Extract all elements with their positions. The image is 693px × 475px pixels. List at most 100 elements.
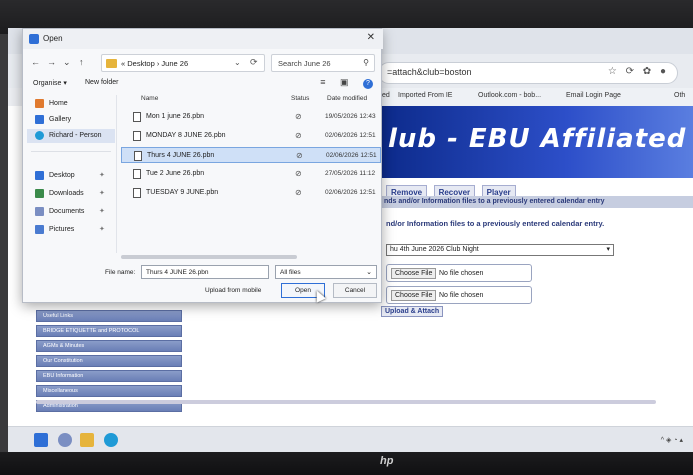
address-path[interactable]: « Desktop › June 26 ⌄ ⟳ [101, 54, 265, 72]
chevron-down-icon: ▾ [606, 246, 610, 253]
up-arrow-icon[interactable]: ↑ [79, 57, 84, 67]
start-icon[interactable] [34, 433, 48, 447]
nav-item-pictures[interactable]: Pictures ✦ [27, 223, 115, 237]
event-select[interactable]: hu 4th June 2026 Club Night ▾ [386, 244, 614, 256]
event-select-value: hu 4th June 2026 Club Night [390, 246, 479, 253]
hp-logo-icon: hp [380, 455, 394, 467]
chevron-down-icon[interactable]: ⌄ [63, 57, 71, 68]
forward-arrow-icon[interactable]: → [47, 57, 56, 67]
nav-label: Desktop [49, 172, 75, 179]
help-icon[interactable]: ? [363, 79, 373, 89]
view-options[interactable]: ≡ ▣ ? [320, 77, 373, 89]
file-input-2[interactable]: Choose File No file chosen [386, 286, 532, 304]
no-file-text: No file chosen [439, 292, 484, 299]
cancel-button[interactable]: Cancel [333, 283, 377, 298]
bookmark-item[interactable]: Outlook.com - bob... [478, 92, 541, 99]
download-icon [35, 189, 44, 198]
file-icon [134, 151, 142, 161]
filename-label: File name: [105, 269, 136, 276]
filetype-value: All files [280, 269, 301, 276]
column-header-status[interactable]: Status [291, 95, 309, 102]
folder-icon [106, 59, 117, 68]
app-icon [29, 34, 39, 44]
choose-file-button[interactable]: Choose File [391, 268, 437, 279]
system-tray[interactable]: ^ ◈ ◔ ▴ [661, 436, 683, 444]
page-horizontal-scrollbar[interactable] [36, 400, 656, 404]
file-icon [133, 131, 141, 141]
nav-item-documents[interactable]: Documents ✦ [27, 205, 115, 219]
pin-icon[interactable]: ✦ [99, 189, 105, 197]
file-explorer-icon[interactable] [80, 433, 94, 447]
home-icon [35, 99, 44, 108]
menu-item[interactable]: AGMs & Minutes [36, 340, 182, 352]
nav-item-home[interactable]: Home [27, 97, 115, 111]
search-icon[interactable] [58, 433, 72, 447]
bookmarks-bar: ted Imported From IE Outlook.com - bob..… [378, 88, 693, 106]
menu-item[interactable]: BRIDGE ETIQUETTE and PROTOCOL [36, 325, 182, 337]
bookmark-item[interactable]: Email Login Page [566, 92, 621, 99]
back-arrow-icon[interactable]: ← [31, 57, 40, 67]
file-date: 02/06/2026 12:51 [325, 132, 376, 139]
file-name: MONDAY 8 JUNE 26.pbn [146, 132, 226, 139]
nav-label: Documents [49, 208, 85, 215]
file-row[interactable]: MONDAY 8 JUNE 26.pbn ⊘ 02/06/2026 12:51 [121, 128, 381, 144]
pin-icon[interactable]: ✦ [99, 207, 105, 215]
organise-button[interactable]: Organise ▾ [33, 79, 67, 87]
laptop-bezel-bottom [0, 452, 693, 475]
nav-label: Downloads [49, 190, 84, 197]
open-file-dialog: Open ✕ ← → ⌄ ↑ « Desktop › June 26 ⌄ ⟳ S… [22, 28, 383, 303]
dialog-footer: File name: Thurs 4 JUNE 26.pbn All files… [23, 263, 383, 303]
nav-item-gallery[interactable]: Gallery [27, 113, 115, 127]
nav-item-onedrive[interactable]: Richard - Person [27, 129, 115, 143]
nav-item-downloads[interactable]: Downloads ✦ [27, 187, 115, 201]
site-banner: lub - EBU Affiliated [378, 106, 693, 178]
menu-item[interactable]: EBU Information [36, 370, 182, 382]
chevron-down-icon[interactable]: ⌄ [234, 58, 241, 67]
taskbar: ^ ◈ ◔ ▴ [8, 426, 693, 454]
edge-browser-icon[interactable] [104, 433, 118, 447]
bookmark-item[interactable]: Imported From IE [398, 92, 452, 99]
menu-item[interactable]: Miscellaneous [36, 385, 182, 397]
nav-item-desktop[interactable]: Desktop ✦ [27, 169, 115, 183]
file-icon [133, 112, 141, 122]
file-row[interactable]: Mon 1 june 26.pbn ⊘ 19/05/2026 12:43 [121, 109, 381, 125]
info-bar: nds and/or Information files to a previo… [378, 196, 693, 208]
address-bar[interactable]: =attach&club=boston ☆ ⟳ ✿ ● [378, 62, 678, 84]
new-folder-button[interactable]: New folder [85, 79, 118, 86]
column-header-name[interactable]: Name [141, 95, 158, 102]
file-name: Thurs 4 JUNE 26.pbn [147, 152, 215, 159]
upload-attach-button[interactable]: Upload & Attach [381, 306, 444, 317]
file-input-1[interactable]: Choose File No file chosen [386, 264, 532, 282]
search-input[interactable]: Search June 26 ⚲ [271, 54, 375, 72]
close-icon[interactable]: ✕ [367, 32, 375, 43]
choose-file-button[interactable]: Choose File [391, 290, 437, 301]
file-date: 27/05/2026 11:12 [325, 170, 376, 177]
search-icon: ⚲ [363, 58, 369, 67]
file-row[interactable]: TUESDAY 9 JUNE.pbn ⊘ 02/06/2026 12:51 [121, 185, 381, 201]
pictures-icon [35, 225, 44, 234]
menu-item[interactable]: Our Constitution [36, 355, 182, 367]
column-header-date[interactable]: Date modified [327, 95, 367, 102]
dialog-command-bar: Organise ▾ New folder ≡ ▣ ? [23, 75, 383, 93]
chevron-down-icon: ⌄ [366, 269, 372, 276]
path-text: « Desktop › June 26 [121, 59, 189, 68]
nav-label: Richard - Person [49, 132, 102, 139]
sync-status-icon: ⊘ [295, 169, 302, 178]
file-row-selected[interactable]: Thurs 4 JUNE 26.pbn ⊘ 02/06/2026 12:51 [121, 147, 381, 163]
sync-status-icon: ⊘ [295, 112, 302, 121]
file-list-scrollbar[interactable] [121, 255, 297, 259]
bookmark-item[interactable]: Oth [674, 92, 685, 99]
filename-input[interactable]: Thurs 4 JUNE 26.pbn [141, 265, 269, 279]
upload-from-mobile-button[interactable]: Upload from mobile [205, 287, 261, 294]
file-date: 02/06/2026 12:51 [326, 152, 377, 159]
desktop-icon [35, 171, 44, 180]
filetype-select[interactable]: All files ⌄ [275, 265, 377, 279]
file-row[interactable]: Tue 2 June 26.pbn ⊘ 27/05/2026 11:12 [121, 166, 381, 182]
banner-title: lub - EBU Affiliated [388, 124, 687, 154]
laptop-screen: =attach&club=boston ☆ ⟳ ✿ ● ted Imported… [8, 28, 693, 454]
browser-action-icons[interactable]: ☆ ⟳ ✿ ● [608, 66, 669, 77]
refresh-icon[interactable]: ⟳ [250, 57, 258, 68]
pin-icon[interactable]: ✦ [99, 171, 105, 179]
menu-item[interactable]: Useful Links [36, 310, 182, 322]
pin-icon[interactable]: ✦ [99, 225, 105, 233]
